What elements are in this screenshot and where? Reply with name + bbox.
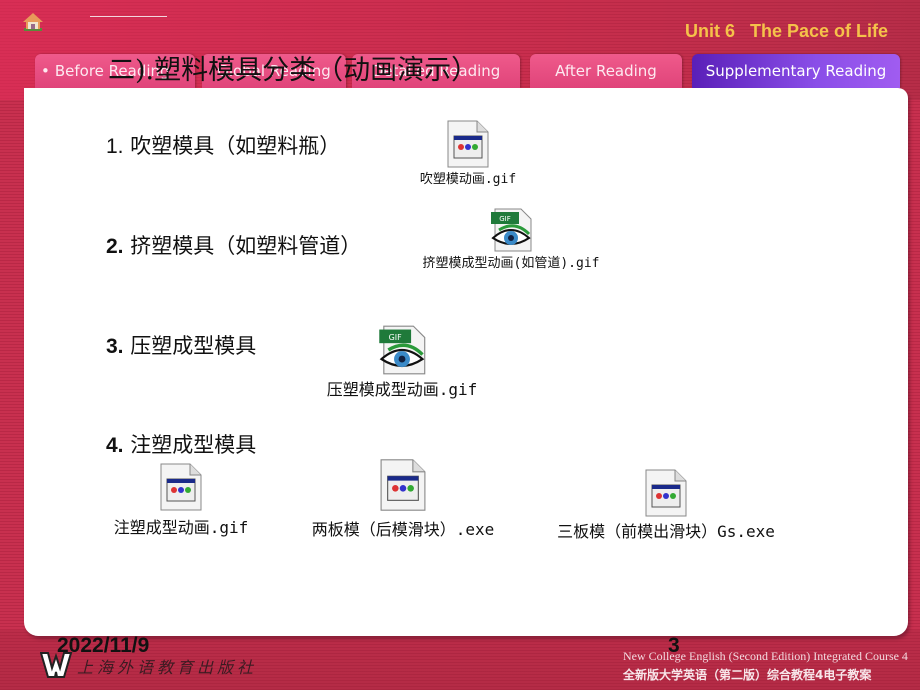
gif-eye-icon: GIF	[379, 325, 426, 375]
file-compression-gif[interactable]: GIF 压塑模成型动画.gif	[318, 324, 486, 400]
publisher-name: 上海外语教育出版社	[77, 658, 258, 677]
file-name: 吹塑模动画.gif	[419, 172, 517, 187]
list-item: 4. 注塑成型模具	[106, 433, 257, 457]
home-icon[interactable]	[22, 12, 44, 32]
app-file-icon	[380, 459, 426, 511]
file-name: 挤塑模成型动画(如管道).gif	[422, 256, 600, 271]
file-name: 三板模（前模出滑块）Gs.exe	[557, 522, 775, 541]
file-name: 两板模（后模滑块）.exe	[311, 520, 495, 539]
unit-title: Unit 6 The Pace of Life	[684, 21, 888, 41]
svg-text:GIF: GIF	[499, 215, 511, 223]
tab-label: Supplementary Reading	[705, 62, 887, 80]
list-item: 1. 吹塑模具（如塑料瓶）	[106, 134, 341, 158]
app-file-icon	[447, 120, 489, 168]
list-item: 3. 压塑成型模具	[106, 334, 257, 358]
tab-supplementary-reading[interactable]: Supplementary Reading	[692, 54, 900, 88]
file-two-plate-exe[interactable]: 两板模（后模滑块）.exe	[288, 454, 518, 540]
header-divider	[90, 16, 167, 17]
bullet-icon: •	[41, 62, 50, 80]
list-item: 2. 挤塑模具（如塑料管道）	[106, 234, 362, 258]
svg-text:GIF: GIF	[389, 333, 402, 342]
tab-after-reading[interactable]: After Reading	[530, 54, 682, 88]
app-file-icon	[160, 463, 202, 511]
file-blow-mold-gif[interactable]: 吹塑模动画.gif	[408, 120, 528, 187]
file-injection-gif[interactable]: 注塑成型动画.gif	[106, 460, 256, 538]
file-name: 注塑成型动画.gif	[113, 518, 249, 537]
slide-title: 二).塑料模具分类（动画演示）	[108, 55, 479, 86]
file-three-plate-exe[interactable]: 三板模（前模出滑块）Gs.exe	[550, 468, 782, 542]
file-extrusion-gif[interactable]: GIF 挤塑模成型动画(如管道).gif	[398, 208, 624, 271]
publisher-logo-icon	[40, 652, 73, 678]
gif-eye-icon: GIF	[491, 208, 532, 252]
app-file-icon	[645, 469, 687, 517]
tab-label: After Reading	[555, 62, 657, 80]
file-name: 压塑模成型动画.gif	[326, 380, 478, 399]
course-title-cn: 全新版大学英语（第二版）综合教程4电子教案	[623, 668, 872, 682]
course-title-en: New College English (Second Edition) Int…	[623, 649, 908, 663]
